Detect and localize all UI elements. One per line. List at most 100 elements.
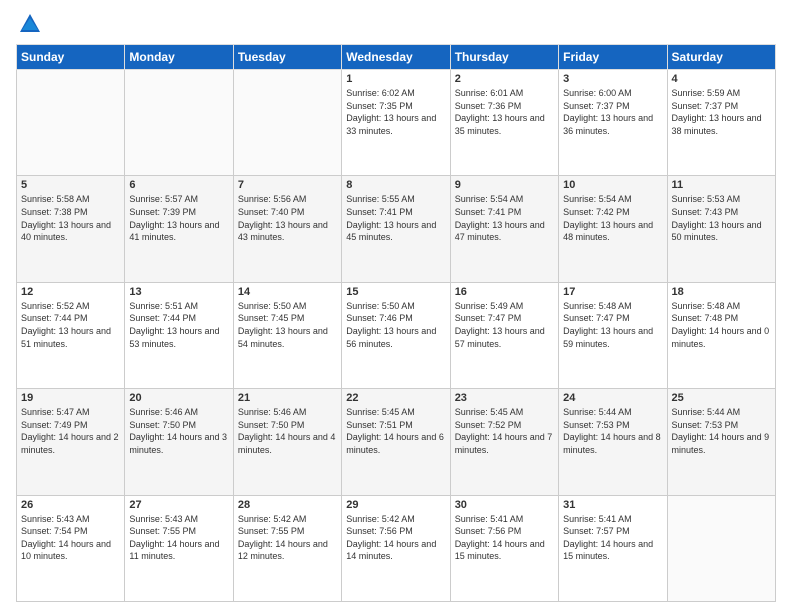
- calendar-body: 1Sunrise: 6:02 AMSunset: 7:35 PMDaylight…: [17, 70, 776, 602]
- week-row: 12Sunrise: 5:52 AMSunset: 7:44 PMDayligh…: [17, 282, 776, 388]
- day-cell: 21 Sunrise: 5:46 AMSunset: 7:50 PMDayligh…: [233, 389, 341, 495]
- week-row: 26 Sunrise: 5:43 AMSunset: 7:54 PMDayligh…: [17, 495, 776, 601]
- day-info: Sunrise: 5:50 AMSunset: 7:45 PMDaylight:…: [238, 300, 337, 350]
- day-number: 3: [563, 73, 662, 85]
- day-cell: 7Sunrise: 5:56 AMSunset: 7:40 PMDaylight…: [233, 176, 341, 282]
- day-number: 11: [672, 179, 771, 191]
- day-cell: 14 Sunrise: 5:50 AMSunset: 7:45 PMDayligh…: [233, 282, 341, 388]
- day-number: 27: [129, 499, 228, 511]
- day-number: 9: [455, 179, 554, 191]
- day-cell: 29Sunrise: 5:42 AMSunset: 7:56 PMDayligh…: [342, 495, 450, 601]
- day-info: Sunrise: 5:43 AMSunset: 7:55 PMDaylight:…: [129, 513, 228, 563]
- day-info: Sunrise: 5:54 AMSunset: 7:42 PMDaylight:…: [563, 193, 662, 243]
- day-info: Sunrise: 5:41 AMSunset: 7:56 PMDaylight:…: [455, 513, 554, 563]
- day-cell: 8Sunrise: 5:55 AMSunset: 7:41 PMDaylight…: [342, 176, 450, 282]
- day-cell: [233, 70, 341, 176]
- day-cell: 13 Sunrise: 5:51 AMSunset: 7:44 PMDayligh…: [125, 282, 233, 388]
- header-row: SundayMondayTuesdayWednesdayThursdayFrid…: [17, 45, 776, 70]
- day-number: 20: [129, 392, 228, 404]
- day-info: Sunrise: 5:43 AMSunset: 7:54 PMDaylight:…: [21, 513, 120, 563]
- day-info: Sunrise: 5:45 AMSunset: 7:52 PMDaylight:…: [455, 406, 554, 456]
- day-cell: 22 Sunrise: 5:45 AMSunset: 7:51 PMDayligh…: [342, 389, 450, 495]
- day-info: Sunrise: 5:51 AMSunset: 7:44 PMDaylight:…: [129, 300, 228, 350]
- week-row: 5Sunrise: 5:58 AMSunset: 7:38 PMDaylight…: [17, 176, 776, 282]
- day-number: 26: [21, 499, 120, 511]
- day-info: Sunrise: 5:42 AMSunset: 7:55 PMDaylight:…: [238, 513, 337, 563]
- day-info: Sunrise: 5:47 AMSunset: 7:49 PMDaylight:…: [21, 406, 120, 456]
- day-info: Sunrise: 6:00 AMSunset: 7:37 PMDaylight:…: [563, 87, 662, 137]
- day-cell: 11 Sunrise: 5:53 AMSunset: 7:43 PMDayligh…: [667, 176, 775, 282]
- day-number: 5: [21, 179, 120, 191]
- day-info: Sunrise: 5:45 AMSunset: 7:51 PMDaylight:…: [346, 406, 445, 456]
- day-cell: 6 Sunrise: 5:57 AMSunset: 7:39 PMDaylight…: [125, 176, 233, 282]
- day-info: Sunrise: 5:49 AMSunset: 7:47 PMDaylight:…: [455, 300, 554, 350]
- day-number: 8: [346, 179, 445, 191]
- day-info: Sunrise: 5:50 AMSunset: 7:46 PMDaylight:…: [346, 300, 445, 350]
- day-cell: 12Sunrise: 5:52 AMSunset: 7:44 PMDayligh…: [17, 282, 125, 388]
- day-header: Sunday: [17, 45, 125, 70]
- day-info: Sunrise: 5:48 AMSunset: 7:48 PMDaylight:…: [672, 300, 771, 350]
- day-cell: 2 Sunrise: 6:01 AMSunset: 7:36 PMDaylight…: [450, 70, 558, 176]
- day-info: Sunrise: 5:59 AMSunset: 7:37 PMDaylight:…: [672, 87, 771, 137]
- header: [16, 10, 776, 38]
- day-number: 31: [563, 499, 662, 511]
- day-info: Sunrise: 6:01 AMSunset: 7:36 PMDaylight:…: [455, 87, 554, 137]
- day-cell: [125, 70, 233, 176]
- day-number: 12: [21, 286, 120, 298]
- day-number: 16: [455, 286, 554, 298]
- day-info: Sunrise: 5:46 AMSunset: 7:50 PMDaylight:…: [129, 406, 228, 456]
- day-cell: 16 Sunrise: 5:49 AMSunset: 7:47 PMDayligh…: [450, 282, 558, 388]
- day-number: 4: [672, 73, 771, 85]
- day-cell: 18 Sunrise: 5:48 AMSunset: 7:48 PMDayligh…: [667, 282, 775, 388]
- week-row: 19 Sunrise: 5:47 AMSunset: 7:49 PMDayligh…: [17, 389, 776, 495]
- day-number: 23: [455, 392, 554, 404]
- day-number: 14: [238, 286, 337, 298]
- day-cell: 3 Sunrise: 6:00 AMSunset: 7:37 PMDaylight…: [559, 70, 667, 176]
- day-number: 22: [346, 392, 445, 404]
- day-info: Sunrise: 6:02 AMSunset: 7:35 PMDaylight:…: [346, 87, 445, 137]
- day-cell: 4 Sunrise: 5:59 AMSunset: 7:37 PMDaylight…: [667, 70, 775, 176]
- day-number: 25: [672, 392, 771, 404]
- day-cell: 20 Sunrise: 5:46 AMSunset: 7:50 PMDayligh…: [125, 389, 233, 495]
- day-cell: 17 Sunrise: 5:48 AMSunset: 7:47 PMDayligh…: [559, 282, 667, 388]
- day-number: 7: [238, 179, 337, 191]
- day-cell: [667, 495, 775, 601]
- day-cell: 9 Sunrise: 5:54 AMSunset: 7:41 PMDaylight…: [450, 176, 558, 282]
- day-number: 2: [455, 73, 554, 85]
- day-info: Sunrise: 5:54 AMSunset: 7:41 PMDaylight:…: [455, 193, 554, 243]
- day-header: Saturday: [667, 45, 775, 70]
- day-info: Sunrise: 5:46 AMSunset: 7:50 PMDaylight:…: [238, 406, 337, 456]
- day-cell: 26 Sunrise: 5:43 AMSunset: 7:54 PMDayligh…: [17, 495, 125, 601]
- day-number: 24: [563, 392, 662, 404]
- day-info: Sunrise: 5:41 AMSunset: 7:57 PMDaylight:…: [563, 513, 662, 563]
- day-number: 10: [563, 179, 662, 191]
- day-cell: 27 Sunrise: 5:43 AMSunset: 7:55 PMDayligh…: [125, 495, 233, 601]
- day-cell: 23 Sunrise: 5:45 AMSunset: 7:52 PMDayligh…: [450, 389, 558, 495]
- day-info: Sunrise: 5:48 AMSunset: 7:47 PMDaylight:…: [563, 300, 662, 350]
- day-number: 13: [129, 286, 228, 298]
- page: SundayMondayTuesdayWednesdayThursdayFrid…: [0, 0, 792, 612]
- day-number: 6: [129, 179, 228, 191]
- day-number: 30: [455, 499, 554, 511]
- day-number: 21: [238, 392, 337, 404]
- day-number: 28: [238, 499, 337, 511]
- logo-icon: [16, 10, 44, 38]
- day-header: Wednesday: [342, 45, 450, 70]
- day-header: Thursday: [450, 45, 558, 70]
- day-info: Sunrise: 5:53 AMSunset: 7:43 PMDaylight:…: [672, 193, 771, 243]
- day-cell: 24Sunrise: 5:44 AMSunset: 7:53 PMDayligh…: [559, 389, 667, 495]
- day-cell: 31 Sunrise: 5:41 AMSunset: 7:57 PMDayligh…: [559, 495, 667, 601]
- day-cell: 25 Sunrise: 5:44 AMSunset: 7:53 PMDayligh…: [667, 389, 775, 495]
- day-number: 18: [672, 286, 771, 298]
- day-info: Sunrise: 5:57 AMSunset: 7:39 PMDaylight:…: [129, 193, 228, 243]
- calendar-table: SundayMondayTuesdayWednesdayThursdayFrid…: [16, 44, 776, 602]
- day-number: 15: [346, 286, 445, 298]
- day-info: Sunrise: 5:44 AMSunset: 7:53 PMDaylight:…: [672, 406, 771, 456]
- day-cell: 10 Sunrise: 5:54 AMSunset: 7:42 PMDayligh…: [559, 176, 667, 282]
- day-cell: 15 Sunrise: 5:50 AMSunset: 7:46 PMDayligh…: [342, 282, 450, 388]
- day-header: Friday: [559, 45, 667, 70]
- day-number: 17: [563, 286, 662, 298]
- day-header: Monday: [125, 45, 233, 70]
- day-number: 19: [21, 392, 120, 404]
- day-cell: 30 Sunrise: 5:41 AMSunset: 7:56 PMDayligh…: [450, 495, 558, 601]
